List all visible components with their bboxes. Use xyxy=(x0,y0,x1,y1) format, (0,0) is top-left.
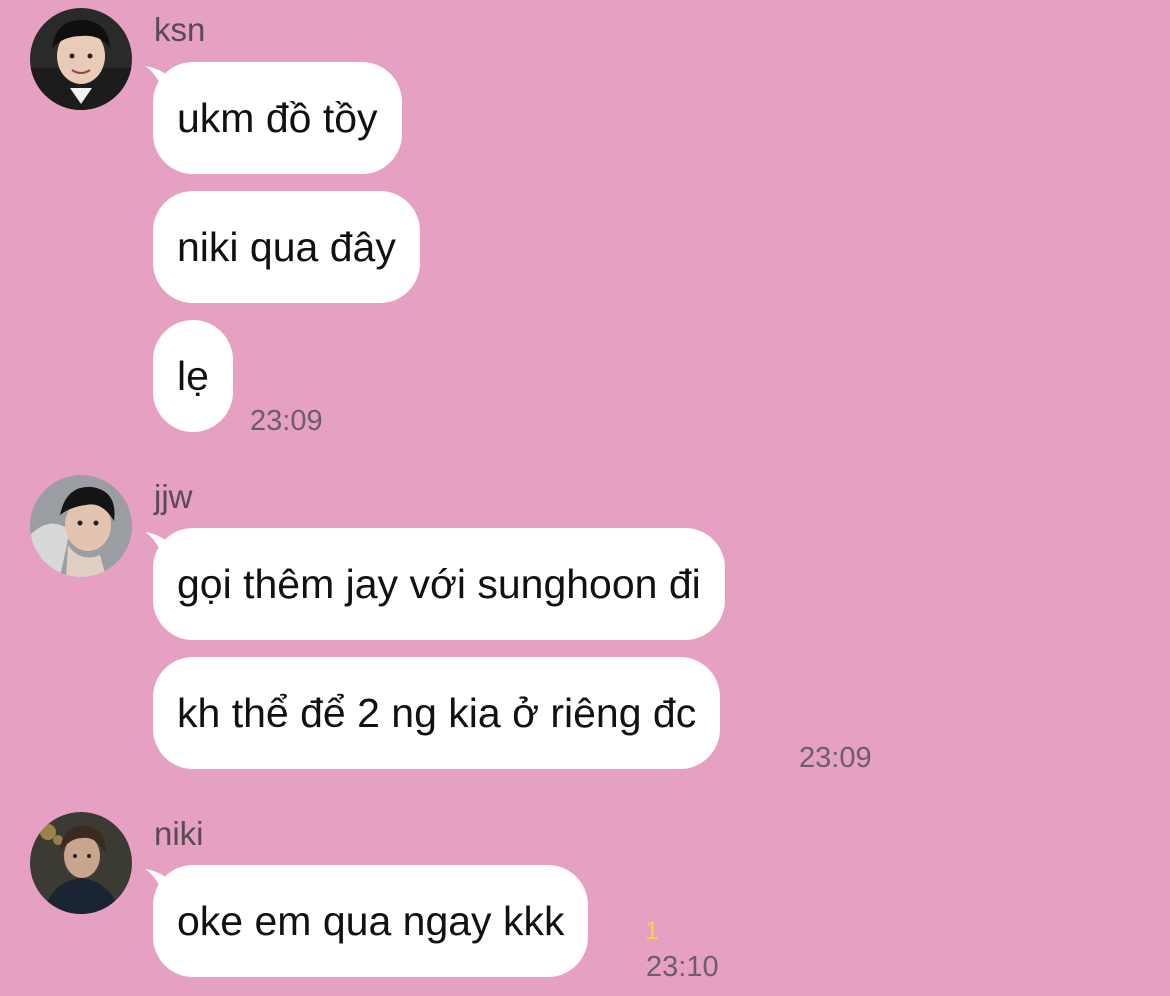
message-text: oke em qua ngay kkk xyxy=(177,897,565,944)
message-timestamp: 23:09 xyxy=(799,742,872,774)
message-text: ukm đồ tồy xyxy=(177,94,378,141)
sender-name-niki: niki xyxy=(154,815,204,852)
message-text: kh thể để 2 ng kia ở riêng đc xyxy=(177,689,697,736)
avatar-niki[interactable] xyxy=(30,812,132,914)
message-text: niki qua đây xyxy=(177,223,396,270)
message-text: gọi thêm jay với sunghoon đi xyxy=(177,560,701,607)
message-bubble[interactable]: ukm đồ tồy xyxy=(153,62,402,174)
sender-name-ksn: ksn xyxy=(154,11,206,48)
unread-count: 1 xyxy=(645,917,659,945)
message-timestamp: 23:09 xyxy=(250,405,323,437)
message-bubble[interactable]: lẹ xyxy=(153,320,233,432)
message-timestamp: 23:10 xyxy=(646,951,719,983)
avatar-ksn[interactable] xyxy=(30,8,132,110)
message-text: lẹ xyxy=(177,352,209,399)
message-bubble[interactable]: niki qua đây xyxy=(153,191,420,303)
avatar-jjw[interactable] xyxy=(30,475,132,577)
message-bubble[interactable]: kh thể để 2 ng kia ở riêng đc xyxy=(153,657,721,769)
sender-name-jjw: jjw xyxy=(154,478,193,515)
message-bubble[interactable]: gọi thêm jay với sunghoon đi xyxy=(153,528,725,640)
message-bubble[interactable]: oke em qua ngay kkk xyxy=(153,865,589,977)
